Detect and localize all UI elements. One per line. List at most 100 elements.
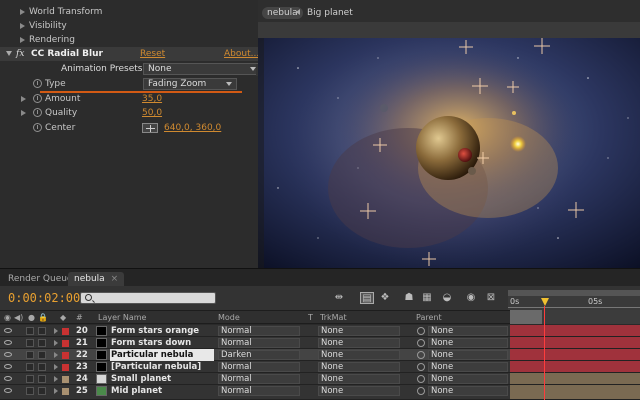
layer-row[interactable]: 21 Form stars down Normal None None — [0, 337, 510, 349]
lock-toggle[interactable] — [38, 339, 46, 347]
shy-layers-icon[interactable]: ☗ — [402, 292, 416, 304]
layer-row[interactable]: 24 Small planet Normal None None — [0, 373, 510, 385]
type-dropdown[interactable]: Fading Zoom — [143, 78, 237, 90]
layer-row[interactable]: 25 Mid planet Normal None None — [0, 385, 510, 400]
expand-triangle-icon[interactable] — [20, 23, 25, 29]
eye-icon[interactable] — [4, 340, 12, 345]
mode-dropdown[interactable]: Darken — [218, 350, 300, 360]
eye-icon[interactable] — [4, 388, 12, 393]
trkmat-dropdown[interactable]: None — [318, 362, 400, 372]
trkmat-dropdown[interactable]: None — [318, 374, 400, 384]
close-icon[interactable]: × — [111, 274, 119, 284]
current-time-display[interactable]: 0:00:02:00 — [8, 291, 80, 305]
parent-dropdown[interactable]: None — [428, 386, 508, 396]
expand-triangle-icon[interactable] — [20, 37, 25, 43]
lock-toggle[interactable] — [38, 387, 46, 395]
stopwatch-icon[interactable] — [33, 79, 42, 88]
layer-duration-bar[interactable] — [510, 337, 640, 349]
solo-toggle[interactable] — [26, 387, 34, 395]
expand-triangle-icon[interactable] — [54, 388, 58, 394]
layer-duration-bar[interactable] — [510, 325, 640, 337]
eye-icon[interactable] — [4, 364, 12, 369]
layer-duration-bar[interactable] — [510, 349, 640, 361]
solo-toggle[interactable] — [26, 327, 34, 335]
eye-icon[interactable] — [4, 352, 12, 357]
brainstorm-icon[interactable]: ⊠ — [484, 292, 498, 304]
stopwatch-icon[interactable] — [33, 123, 42, 132]
motion-blur-icon[interactable]: ◒ — [440, 292, 454, 304]
parent-dropdown[interactable]: None — [428, 374, 508, 384]
label-color-swatch[interactable] — [62, 352, 69, 359]
expand-triangle-icon[interactable] — [21, 96, 26, 102]
layer-duration-bar[interactable] — [510, 385, 640, 400]
expand-triangle-icon[interactable] — [21, 110, 26, 116]
center-value[interactable]: 640,0, 360,0 — [164, 121, 221, 135]
mode-dropdown[interactable]: Normal — [218, 362, 300, 372]
pick-whip-icon[interactable] — [417, 327, 425, 335]
frame-blending-icon[interactable]: ▦ — [420, 292, 434, 304]
lock-toggle[interactable] — [38, 351, 46, 359]
layer-name[interactable]: [Particular nebula] — [110, 361, 214, 373]
world-transform-row[interactable]: World Transform — [0, 5, 258, 19]
solo-toggle[interactable] — [26, 339, 34, 347]
crosshair-icon[interactable] — [142, 123, 158, 133]
solo-toggle[interactable] — [26, 375, 34, 383]
work-area-bar[interactable] — [508, 290, 640, 296]
work-area-marker[interactable] — [510, 310, 542, 324]
rendering-row[interactable]: Rendering — [0, 33, 258, 47]
layer-name[interactable]: Form stars down — [110, 337, 214, 349]
layer-row[interactable]: 20 Form stars orange zone Normal None No… — [0, 325, 510, 348]
visibility-row[interactable]: Visibility — [0, 19, 258, 33]
layer-search-input[interactable] — [80, 292, 216, 304]
label-icon[interactable]: ◆ — [60, 312, 66, 324]
parent-dropdown[interactable]: None — [428, 326, 508, 336]
composition-canvas[interactable] — [258, 38, 640, 268]
layer-name-header[interactable]: Layer Name — [98, 312, 146, 324]
time-ruler[interactable]: 0s 05s — [508, 290, 640, 312]
pick-whip-icon[interactable] — [417, 375, 425, 383]
expand-triangle-icon[interactable] — [20, 9, 25, 15]
lock-toggle[interactable] — [38, 327, 46, 335]
label-color-swatch[interactable] — [62, 376, 69, 383]
comp-mini-flowchart-icon[interactable]: ⇹ — [332, 292, 346, 304]
mode-dropdown[interactable]: Normal — [218, 326, 300, 336]
layer-duration-bar[interactable] — [510, 361, 640, 373]
tab-nebula[interactable]: nebula × — [68, 272, 125, 286]
pick-whip-icon[interactable] — [417, 351, 425, 359]
effect-header-row[interactable]: fx CC Radial Blur Reset About... — [0, 47, 259, 61]
expand-triangle-icon[interactable] — [54, 328, 58, 334]
draft-3d-icon[interactable]: ❖ — [378, 292, 392, 304]
mode-dropdown[interactable]: Normal — [218, 338, 300, 348]
label-color-swatch[interactable] — [62, 364, 69, 371]
solo-toggle[interactable] — [26, 351, 34, 359]
solo-toggle[interactable] — [26, 363, 34, 371]
playhead-handle-icon[interactable] — [541, 298, 549, 306]
stopwatch-icon[interactable] — [33, 108, 42, 117]
mode-dropdown[interactable]: Normal — [218, 374, 300, 384]
layer-name[interactable]: Mid planet — [110, 385, 214, 397]
reset-link[interactable]: Reset — [140, 47, 165, 61]
label-color-swatch[interactable] — [62, 388, 69, 395]
expand-triangle-icon[interactable] — [54, 340, 58, 346]
mode-dropdown[interactable]: Normal — [218, 386, 300, 396]
fx-icon[interactable]: fx — [16, 47, 24, 61]
lock-toggle[interactable] — [38, 375, 46, 383]
lock-icon[interactable]: 🔒 — [38, 312, 48, 324]
trkmat-dropdown[interactable]: None — [318, 326, 400, 336]
trkmat-dropdown[interactable]: None — [318, 338, 400, 348]
label-color-swatch[interactable] — [62, 328, 69, 335]
layer-name[interactable]: Small planet — [110, 373, 214, 385]
pick-whip-icon[interactable] — [417, 387, 425, 395]
layer-duration-bar[interactable] — [510, 373, 640, 385]
eye-icon[interactable]: ◉ — [4, 312, 11, 324]
layer-row[interactable]: 22 Particular nebula blur Darken None No… — [0, 349, 510, 373]
eye-icon[interactable] — [4, 328, 12, 333]
about-link[interactable]: About... — [224, 47, 259, 61]
stopwatch-icon[interactable] — [33, 94, 42, 103]
amount-value[interactable]: 35,0 — [142, 92, 162, 106]
lock-toggle[interactable] — [38, 363, 46, 371]
pick-whip-icon[interactable] — [417, 363, 425, 371]
live-update-icon[interactable]: ▤ — [360, 292, 374, 304]
expand-triangle-icon[interactable] — [54, 364, 58, 370]
collapse-triangle-icon[interactable] — [6, 51, 12, 56]
